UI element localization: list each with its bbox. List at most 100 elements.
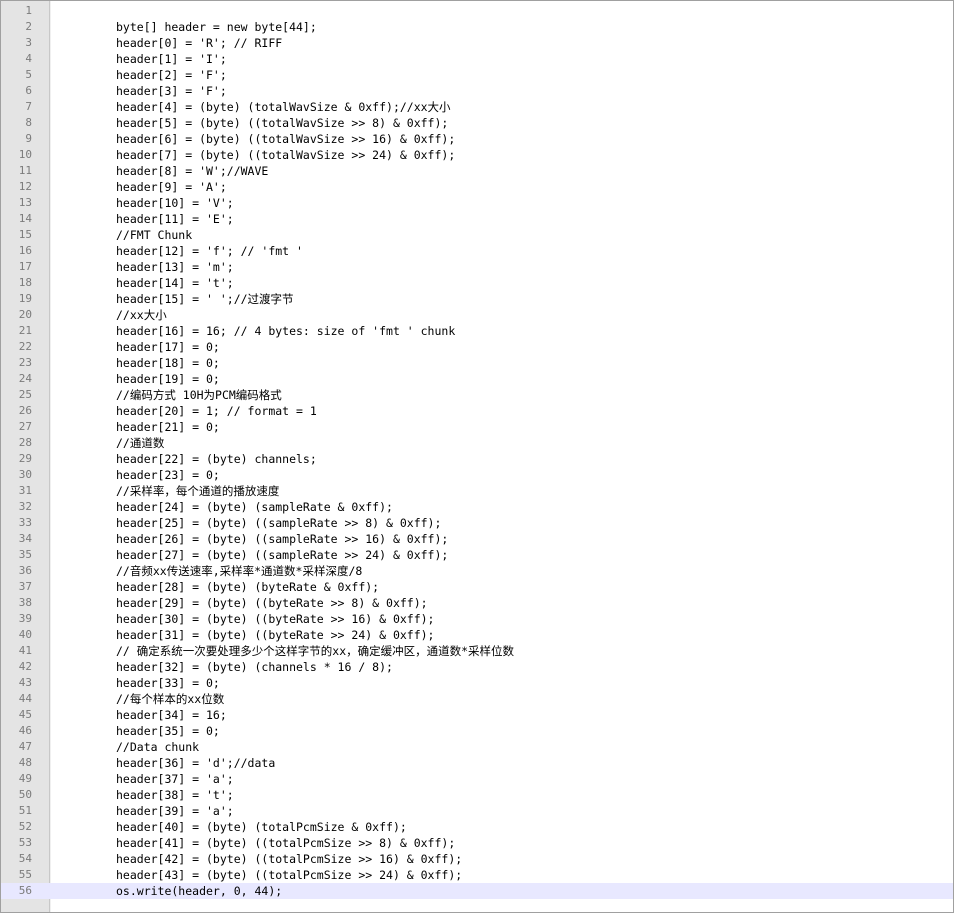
code-text[interactable]: header[9] = 'A'; bbox=[116, 179, 227, 195]
code-line[interactable]: 48 header[36] = 'd';//data bbox=[1, 755, 953, 771]
code-text[interactable]: header[10] = 'V'; bbox=[116, 195, 234, 211]
code-line[interactable]: 25 //编码方式 10H为PCM编码格式 bbox=[1, 387, 953, 403]
code-line[interactable]: 20 //xx大小 bbox=[1, 307, 953, 323]
code-line[interactable]: 3 header[0] = 'R'; // RIFF bbox=[1, 35, 953, 51]
code-line[interactable]: 44 //每个样本的xx位数 bbox=[1, 691, 953, 707]
code-line[interactable]: 28 //通道数 bbox=[1, 435, 953, 451]
code-line[interactable]: 13 header[10] = 'V'; bbox=[1, 195, 953, 211]
code-text[interactable]: header[30] = (byte) ((byteRate >> 16) & … bbox=[116, 611, 435, 627]
code-line[interactable]: 49 header[37] = 'a'; bbox=[1, 771, 953, 787]
code-text[interactable]: header[41] = (byte) ((totalPcmSize >> 8)… bbox=[116, 835, 455, 851]
code-text[interactable]: header[36] = 'd';//data bbox=[116, 755, 275, 771]
code-text[interactable]: //每个样本的xx位数 bbox=[116, 691, 224, 707]
code-line[interactable]: 19 header[15] = ' ';//过渡字节 bbox=[1, 291, 953, 307]
code-text[interactable]: header[11] = 'E'; bbox=[116, 211, 234, 227]
code-line[interactable]: 35 header[27] = (byte) ((sampleRate >> 24… bbox=[1, 547, 953, 563]
code-line[interactable]: 11 header[8] = 'W';//WAVE bbox=[1, 163, 953, 179]
code-line[interactable]: 27 header[21] = 0; bbox=[1, 419, 953, 435]
code-text[interactable]: header[2] = 'F'; bbox=[116, 67, 227, 83]
code-line[interactable]: 36 //音频xx传送速率,采样率*通道数*采样深度/8 bbox=[1, 563, 953, 579]
code-text[interactable]: header[25] = (byte) ((sampleRate >> 8) &… bbox=[116, 515, 441, 531]
code-text[interactable]: header[29] = (byte) ((byteRate >> 8) & 0… bbox=[116, 595, 428, 611]
code-text[interactable]: header[34] = 16; bbox=[116, 707, 227, 723]
code-line[interactable]: 50 header[38] = 't'; bbox=[1, 787, 953, 803]
code-text[interactable]: //xx大小 bbox=[116, 307, 167, 323]
code-text[interactable]: //采样率，每个通道的播放速度 bbox=[116, 483, 279, 499]
code-text[interactable]: header[32] = (byte) (channels * 16 / 8); bbox=[116, 659, 393, 675]
code-line[interactable]: 26 header[20] = 1; // format = 1 bbox=[1, 403, 953, 419]
code-text[interactable]: os.write(header, 0, 44); bbox=[116, 883, 282, 899]
code-text[interactable]: byte[] header = new byte[44]; bbox=[116, 19, 317, 35]
code-line[interactable]: 43 header[33] = 0; bbox=[1, 675, 953, 691]
code-text[interactable]: //音频xx传送速率,采样率*通道数*采样深度/8 bbox=[116, 563, 362, 579]
code-editor[interactable]: 1 2 byte[] header = new byte[44]; 3 header[0… bbox=[0, 0, 954, 913]
code-text[interactable]: header[13] = 'm'; bbox=[116, 259, 234, 275]
code-line[interactable]: 5 header[2] = 'F'; bbox=[1, 67, 953, 83]
code-line[interactable]: 23 header[18] = 0; bbox=[1, 355, 953, 371]
code-line[interactable]: 21 header[16] = 16; // 4 bytes: size of '… bbox=[1, 323, 953, 339]
code-text[interactable]: header[21] = 0; bbox=[116, 419, 220, 435]
code-text[interactable]: header[12] = 'f'; // 'fmt ' bbox=[116, 243, 303, 259]
code-line[interactable]: 42 header[32] = (byte) (channels * 16 / 8… bbox=[1, 659, 953, 675]
code-text[interactable]: header[27] = (byte) ((sampleRate >> 24) … bbox=[116, 547, 448, 563]
code-line[interactable]: 45 header[34] = 16; bbox=[1, 707, 953, 723]
code-line[interactable]: 38 header[29] = (byte) ((byteRate >> 8) &… bbox=[1, 595, 953, 611]
code-line[interactable]: 22 header[17] = 0; bbox=[1, 339, 953, 355]
code-line[interactable]: 18 header[14] = 't'; bbox=[1, 275, 953, 291]
code-text[interactable]: header[40] = (byte) (totalPcmSize & 0xff… bbox=[116, 819, 407, 835]
code-text[interactable]: //FMT Chunk bbox=[116, 227, 192, 243]
code-line[interactable]: 4 header[1] = 'I'; bbox=[1, 51, 953, 67]
code-text[interactable]: header[31] = (byte) ((byteRate >> 24) & … bbox=[116, 627, 435, 643]
code-line[interactable]: 15 //FMT Chunk bbox=[1, 227, 953, 243]
code-text[interactable]: //Data chunk bbox=[116, 739, 199, 755]
code-text[interactable]: header[14] = 't'; bbox=[116, 275, 234, 291]
code-text[interactable]: header[23] = 0; bbox=[116, 467, 220, 483]
code-line[interactable]: 46 header[35] = 0; bbox=[1, 723, 953, 739]
code-text[interactable]: header[33] = 0; bbox=[116, 675, 220, 691]
code-line[interactable]: 51 header[39] = 'a'; bbox=[1, 803, 953, 819]
code-line[interactable]: 2 byte[] header = new byte[44]; bbox=[1, 19, 953, 35]
code-line[interactable]: 37 header[28] = (byte) (byteRate & 0xff); bbox=[1, 579, 953, 595]
code-line[interactable]: 1 bbox=[1, 3, 953, 19]
code-line[interactable]: 8 header[5] = (byte) ((totalWavSize >> 8)… bbox=[1, 115, 953, 131]
code-line[interactable]: 30 header[23] = 0; bbox=[1, 467, 953, 483]
code-text[interactable]: header[16] = 16; // 4 bytes: size of 'fm… bbox=[116, 323, 455, 339]
code-line[interactable]: 40 header[31] = (byte) ((byteRate >> 24) … bbox=[1, 627, 953, 643]
code-line[interactable]: 54 header[42] = (byte) ((totalPcmSize >> … bbox=[1, 851, 953, 867]
code-text[interactable]: // 确定系统一次要处理多少个这样字节的xx，确定缓冲区，通道数*采样位数 bbox=[116, 643, 514, 659]
code-text[interactable]: header[17] = 0; bbox=[116, 339, 220, 355]
code-text[interactable]: header[18] = 0; bbox=[116, 355, 220, 371]
code-line[interactable]: 53 header[41] = (byte) ((totalPcmSize >> … bbox=[1, 835, 953, 851]
code-text[interactable]: header[37] = 'a'; bbox=[116, 771, 234, 787]
code-text[interactable]: header[3] = 'F'; bbox=[116, 83, 227, 99]
code-text[interactable]: //编码方式 10H为PCM编码格式 bbox=[116, 387, 282, 403]
code-text[interactable]: header[42] = (byte) ((totalPcmSize >> 16… bbox=[116, 851, 462, 867]
code-line[interactable]: 6 header[3] = 'F'; bbox=[1, 83, 953, 99]
code-text[interactable]: header[38] = 't'; bbox=[116, 787, 234, 803]
code-text[interactable]: header[39] = 'a'; bbox=[116, 803, 234, 819]
code-line[interactable]: 32 header[24] = (byte) (sampleRate & 0xff… bbox=[1, 499, 953, 515]
code-line[interactable]: 29 header[22] = (byte) channels; bbox=[1, 451, 953, 467]
code-text[interactable]: header[1] = 'I'; bbox=[116, 51, 227, 67]
code-text[interactable]: header[6] = (byte) ((totalWavSize >> 16)… bbox=[116, 131, 455, 147]
code-line[interactable]: 9 header[6] = (byte) ((totalWavSize >> 16… bbox=[1, 131, 953, 147]
code-line[interactable]: 7 header[4] = (byte) (totalWavSize & 0xff… bbox=[1, 99, 953, 115]
code-line[interactable]: 31 //采样率，每个通道的播放速度 bbox=[1, 483, 953, 499]
code-line[interactable]: 33 header[25] = (byte) ((sampleRate >> 8)… bbox=[1, 515, 953, 531]
code-text[interactable]: //通道数 bbox=[116, 435, 164, 451]
code-text[interactable]: header[35] = 0; bbox=[116, 723, 220, 739]
code-line[interactable]: 17 header[13] = 'm'; bbox=[1, 259, 953, 275]
code-line[interactable]: 24 header[19] = 0; bbox=[1, 371, 953, 387]
code-text[interactable]: header[28] = (byte) (byteRate & 0xff); bbox=[116, 579, 379, 595]
code-line[interactable]: 12 header[9] = 'A'; bbox=[1, 179, 953, 195]
code-line[interactable]: 14 header[11] = 'E'; bbox=[1, 211, 953, 227]
code-text[interactable]: header[5] = (byte) ((totalWavSize >> 8) … bbox=[116, 115, 448, 131]
code-text[interactable]: header[20] = 1; // format = 1 bbox=[116, 403, 317, 419]
code-line[interactable]: 16 header[12] = 'f'; // 'fmt ' bbox=[1, 243, 953, 259]
code-text[interactable]: header[22] = (byte) channels; bbox=[116, 451, 317, 467]
code-text[interactable]: header[43] = (byte) ((totalPcmSize >> 24… bbox=[116, 867, 462, 883]
code-text[interactable]: header[4] = (byte) (totalWavSize & 0xff)… bbox=[116, 99, 451, 115]
code-text[interactable]: header[24] = (byte) (sampleRate & 0xff); bbox=[116, 499, 393, 515]
code-text[interactable]: header[19] = 0; bbox=[116, 371, 220, 387]
code-text[interactable]: header[8] = 'W';//WAVE bbox=[116, 163, 268, 179]
